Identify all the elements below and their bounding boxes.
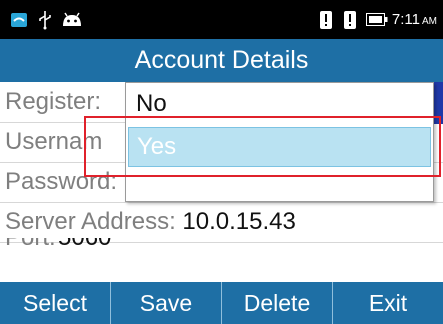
android-icon xyxy=(60,0,84,39)
status-bar: 7:11 AM xyxy=(0,0,443,39)
server-address-value: 10.0.15.43 xyxy=(182,208,296,235)
save-button[interactable]: Save xyxy=(111,282,222,324)
bottom-action-bar: Select Save Delete Exit xyxy=(0,282,443,324)
exit-button[interactable]: Exit xyxy=(333,282,443,324)
alert-icon xyxy=(342,0,358,39)
register-label: Register: xyxy=(5,88,102,115)
page-title: Account Details xyxy=(0,39,443,82)
select-button[interactable]: Select xyxy=(0,282,111,324)
app-icon xyxy=(8,0,30,39)
delete-button[interactable]: Delete xyxy=(222,282,333,324)
clock-ampm: AM xyxy=(422,16,437,27)
clock: 7:11 AM xyxy=(392,0,437,39)
port-label: Port: xyxy=(5,238,56,252)
dropdown-option-yes[interactable]: Yes xyxy=(128,127,431,167)
server-address-row[interactable]: Server Address: 10.0.15.43 xyxy=(0,202,443,243)
dropdown-option-no[interactable]: No xyxy=(126,83,433,125)
battery-icon xyxy=(365,0,389,39)
usb-icon xyxy=(36,0,54,39)
username-label: Usernam xyxy=(5,128,103,155)
clock-time: 7:11 xyxy=(391,11,420,28)
port-value: 5060 xyxy=(58,238,111,252)
register-dropdown[interactable]: No Yes xyxy=(125,82,434,202)
port-row[interactable]: Port: 5060 xyxy=(0,238,443,260)
server-address-label: Server Address: xyxy=(5,208,176,235)
alert-icon xyxy=(318,0,334,39)
password-label: Password: xyxy=(5,168,118,195)
